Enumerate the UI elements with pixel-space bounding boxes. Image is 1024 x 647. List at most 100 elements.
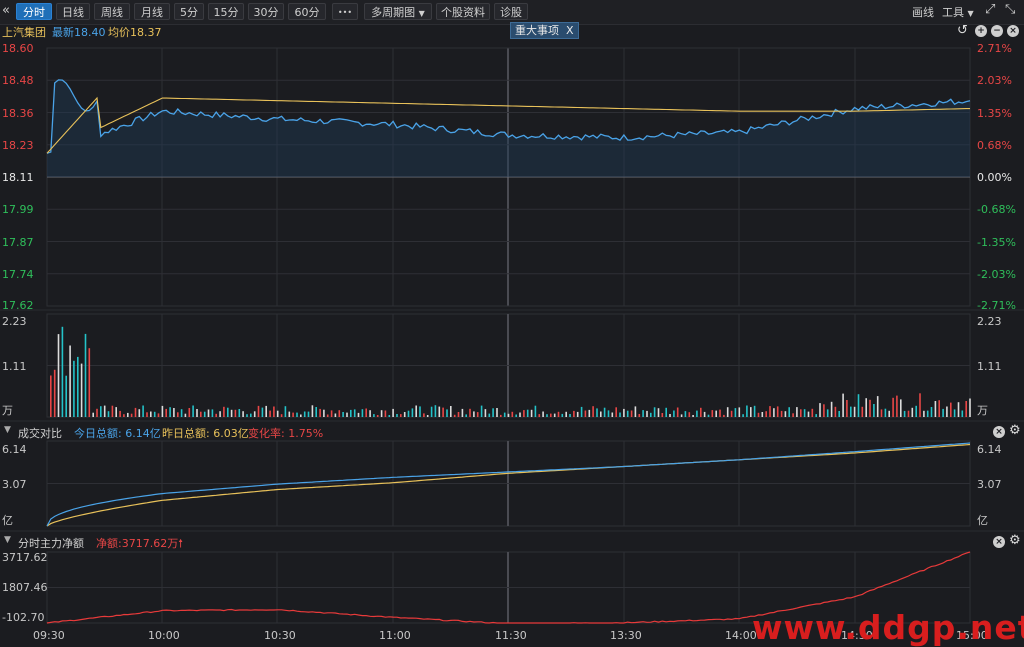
volume-bar [523, 410, 525, 417]
volume-bar [369, 410, 371, 417]
volume-bar [953, 409, 956, 417]
volume-bar [65, 375, 67, 417]
volume-bar [661, 413, 664, 417]
volume-tick-max: 2.23 [2, 315, 27, 328]
volume-bar [846, 400, 848, 417]
volume-bar [453, 414, 456, 417]
volume-bar [350, 409, 352, 417]
gear-icon[interactable]: ⚙ [1009, 423, 1021, 438]
volume-bar [392, 408, 394, 417]
pct-tick-0: 2.71% [977, 42, 1012, 55]
volume-bar [303, 411, 306, 417]
volume-bar [400, 414, 402, 417]
flow-tick-mid: 1807.46 [2, 581, 48, 594]
volume-bar [950, 402, 952, 417]
volume-bar [961, 410, 964, 417]
volume-bar [538, 414, 541, 417]
volume-bar [365, 408, 367, 417]
volume-bar [361, 409, 364, 417]
volume-bar [357, 412, 360, 417]
mainflow-title: 分时主力净额 [18, 537, 84, 550]
volume-bar [373, 414, 375, 417]
volume-bar [269, 410, 271, 417]
volume-bar [84, 333, 87, 417]
volume-bar [815, 414, 817, 417]
volume-tick-max-right: 2.23 [977, 315, 1002, 328]
volume-bar [773, 408, 775, 417]
volume-bar [803, 409, 806, 417]
volume-bar [461, 408, 464, 417]
volume-bar [634, 406, 637, 417]
volume-bar [442, 407, 444, 417]
volume-bar [542, 411, 544, 417]
volume-bar [411, 408, 414, 417]
volume-bar [642, 410, 644, 417]
volume-bar [676, 407, 679, 417]
volume-bar [169, 407, 171, 417]
close-panel-icon[interactable]: × [993, 536, 1005, 548]
volume-bar [334, 413, 337, 417]
compare-today: 今日总额: 6.14亿 [74, 427, 161, 440]
volume-bar [88, 348, 91, 417]
close-panel-icon[interactable]: × [993, 426, 1005, 438]
volume-bar [861, 406, 864, 417]
volume-bar [346, 412, 348, 417]
volume-bar [180, 409, 183, 417]
volume-bar [503, 412, 506, 417]
volume-bar [207, 409, 210, 417]
volume-bar [757, 412, 760, 417]
volume-bar [915, 405, 917, 417]
volume-bar [273, 406, 275, 417]
volume-bar [750, 407, 752, 417]
volume-bar [650, 412, 652, 417]
volume-bar [761, 412, 764, 417]
collapse-triangle-icon[interactable]: ▼ [4, 425, 11, 435]
volume-bar [315, 407, 317, 417]
volume-bar [500, 414, 502, 417]
compare-unit-right: 亿 [977, 514, 988, 527]
volume-bar [250, 413, 252, 417]
volume-bar [288, 411, 291, 417]
gear-icon[interactable]: ⚙ [1009, 533, 1021, 548]
volume-bar [615, 407, 617, 417]
volume-bar [326, 414, 329, 417]
volume-bar [100, 406, 102, 417]
volume-bar [261, 407, 264, 417]
volume-bar [715, 410, 717, 417]
volume-bar [111, 405, 114, 417]
volume-bar [407, 410, 410, 417]
volume-bar [457, 412, 460, 417]
volume-bar [77, 356, 79, 417]
volume-bar [746, 405, 748, 417]
volume-bar [465, 414, 467, 417]
volume-bar [657, 408, 660, 417]
volume-bar [619, 412, 621, 417]
volume-bar [73, 360, 75, 417]
volume-bar [853, 406, 856, 417]
volume-bar [550, 413, 552, 417]
volume-bar [338, 410, 341, 417]
collapse-triangle-icon[interactable]: ▼ [4, 535, 11, 545]
volume-bar [842, 393, 844, 417]
volume-bar [215, 413, 217, 417]
compare-tick-max: 6.14 [2, 443, 27, 456]
volume-bar [188, 408, 191, 417]
volume-bar [703, 411, 706, 417]
volume-bar [623, 408, 625, 417]
volume-bar [826, 409, 829, 417]
volume-bar [103, 405, 106, 417]
volume-bar [969, 398, 971, 417]
price-tick-0: 18.60 [2, 42, 34, 55]
volume-bar [903, 410, 906, 417]
volume-bar [569, 414, 571, 417]
compare-tick-mid: 3.07 [2, 478, 27, 491]
volume-bar [265, 405, 267, 417]
price-tick-2: 18.36 [2, 107, 34, 120]
arrow-up-icon: 🠕 [178, 537, 183, 550]
volume-bar [765, 411, 767, 417]
volume-bar [153, 411, 156, 417]
volume-bar [800, 409, 802, 417]
volume-bar [707, 414, 710, 417]
volume-bar [430, 406, 433, 417]
volume-bar [173, 408, 175, 417]
